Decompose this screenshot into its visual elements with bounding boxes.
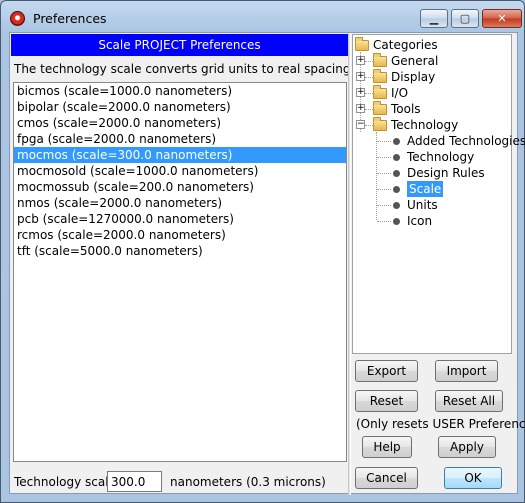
tree-connector [377,173,391,174]
tree-leaf-added-technologies[interactable]: Added Technologies [407,133,525,149]
folder-icon [355,37,369,51]
list-item[interactable]: bicmos (scale=1000.0 nanometers) [14,83,346,99]
list-item[interactable]: mocmosold (scale=1000.0 nanometers) [14,163,346,179]
scale-unit-label: nanometers (0.3 microns) [170,475,326,489]
app-icon [10,11,25,26]
tree-leaf-icon[interactable]: Icon [407,213,432,229]
tree-connector [377,221,391,222]
split-divider[interactable] [348,33,351,495]
category-tree[interactable]: Categories + General + Display + I/O + T… [352,34,525,354]
tree-connector [365,109,373,110]
tree-folder-general[interactable]: General [391,53,438,69]
preferences-window: Preferences ▁ ▢ ✕ Scale PROJECT Preferen… [0,0,525,503]
tree-leaf-design-rules[interactable]: Design Rules [407,165,485,181]
leaf-bullet-icon [393,218,400,225]
tree-leaf-units[interactable]: Units [407,197,438,213]
leaf-bullet-icon [393,202,400,209]
tree-folder-io[interactable]: I/O [391,85,408,101]
reset-note: (Only resets USER Preferences) [356,417,525,431]
reset-all-button[interactable]: Reset All [435,390,503,412]
list-item[interactable]: fpga (scale=2000.0 nanometers) [14,131,346,147]
leaf-bullet-icon [393,138,400,145]
scale-label: Technology scale: [14,475,120,489]
dialog-body: Scale PROJECT Preferences The technology… [9,32,525,495]
export-button[interactable]: Export [355,360,418,382]
list-item[interactable]: bipolar (scale=2000.0 nanometers) [14,99,346,115]
leaf-bullet-icon [393,170,400,177]
folder-icon [373,69,387,83]
expand-icon[interactable]: + [356,104,365,113]
tree-connector [377,189,391,190]
tree-leaf-technology[interactable]: Technology [407,149,474,165]
tree-root[interactable]: Categories [373,37,438,53]
tree-connector [365,61,373,62]
leaf-bullet-icon [393,186,400,193]
tree-folder-tools[interactable]: Tools [391,101,421,117]
list-item[interactable]: mocmos (scale=300.0 nanometers) [14,147,346,163]
tree-connector [365,93,373,94]
technology-list[interactable]: bicmos (scale=1000.0 nanometers) bipolar … [13,82,347,462]
list-item[interactable]: cmos (scale=2000.0 nanometers) [14,115,346,131]
tree-connector [377,141,391,142]
tree-folder-technology[interactable]: Technology [391,117,458,133]
ok-button[interactable]: OK [444,467,502,489]
tree-connector [365,77,373,78]
help-button[interactable]: Help [362,436,412,458]
tree-connector [377,157,391,158]
reset-button[interactable]: Reset [355,390,418,412]
tree-leaf-scale[interactable]: Scale [407,181,444,197]
expand-icon[interactable]: + [356,56,365,65]
expand-icon[interactable]: + [356,88,365,97]
panel-header: Scale PROJECT Preferences [11,34,348,56]
folder-icon [373,101,387,115]
close-button[interactable]: ✕ [482,9,522,28]
tree-connector [376,132,377,220]
folder-icon [373,53,387,67]
list-item[interactable]: tft (scale=5000.0 nanometers) [14,243,346,259]
maximize-button[interactable]: ▢ [451,9,479,28]
window-title: Preferences [33,11,107,26]
expand-icon[interactable]: + [356,72,365,81]
folder-open-icon [373,117,387,131]
tree-folder-display[interactable]: Display [391,69,435,85]
list-item[interactable]: mocmossub (scale=200.0 nanometers) [14,179,346,195]
list-item[interactable]: pcb (scale=1270000.0 nanometers) [14,211,346,227]
leaf-bullet-icon [393,154,400,161]
tree-connector [377,205,391,206]
list-item[interactable]: nmos (scale=2000.0 nanometers) [14,195,346,211]
list-item[interactable]: rcmos (scale=2000.0 nanometers) [14,227,346,243]
import-button[interactable]: Import [435,360,498,382]
title-bar[interactable]: Preferences ▁ ▢ ✕ [1,1,524,31]
scale-input[interactable] [107,471,162,492]
folder-icon [373,85,387,99]
minimize-button[interactable]: ▁ [420,9,448,28]
tree-connector [365,125,373,126]
apply-button[interactable]: Apply [438,436,496,458]
cancel-button[interactable]: Cancel [355,467,418,489]
collapse-icon[interactable]: − [356,120,365,129]
